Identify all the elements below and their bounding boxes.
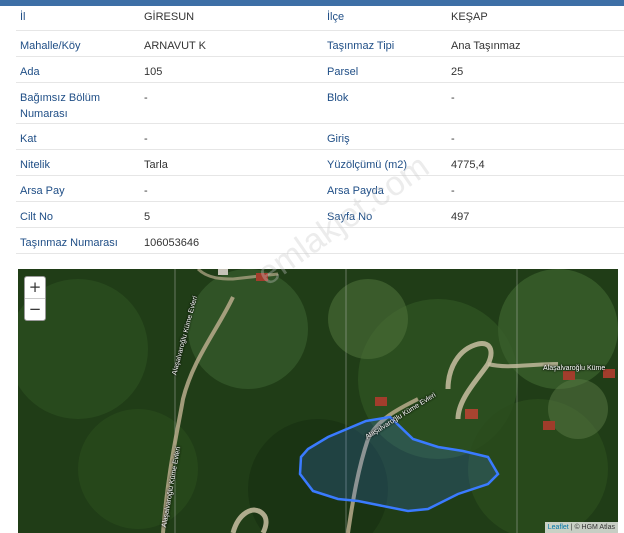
info-value: ARNAVUT K bbox=[140, 30, 323, 57]
info-label: Taşınmaz Tipi bbox=[323, 30, 447, 57]
info-value: - bbox=[447, 175, 624, 202]
info-value: 25 bbox=[447, 56, 624, 83]
info-value: - bbox=[140, 82, 323, 124]
zoom-out-button[interactable]: − bbox=[25, 299, 45, 320]
leaflet-link[interactable]: Leaflet bbox=[548, 524, 569, 531]
road-label: Alaşalvaroğlu Küme bbox=[543, 365, 606, 372]
info-label: Nitelik bbox=[16, 149, 140, 176]
info-label: Bağımsız Bölüm Numarası bbox=[16, 82, 140, 124]
info-value: Ana Taşınmaz bbox=[447, 30, 624, 57]
info-label: Mahalle/Köy bbox=[16, 30, 140, 57]
info-label: Taşınmaz Numarası bbox=[16, 227, 140, 254]
map-attribution: Leaflet | © HGM Atlas bbox=[544, 522, 618, 533]
info-label: Ada bbox=[16, 56, 140, 83]
info-value: - bbox=[447, 123, 624, 150]
info-row: Bağımsız Bölüm Numarası - Blok - bbox=[16, 82, 624, 124]
info-value: - bbox=[140, 123, 323, 150]
info-label: Arsa Pay bbox=[16, 175, 140, 202]
info-label: İlçe bbox=[323, 6, 447, 31]
info-value: - bbox=[447, 82, 624, 124]
zoom-control: + − bbox=[24, 276, 46, 321]
info-value: 5 bbox=[140, 201, 323, 228]
info-value bbox=[447, 227, 624, 254]
info-row: İl GİRESUN İlçe KEŞAP bbox=[16, 6, 624, 31]
info-label: Blok bbox=[323, 82, 447, 124]
info-value: GİRESUN bbox=[140, 6, 323, 31]
info-row: Arsa Pay - Arsa Payda - bbox=[16, 175, 624, 202]
info-value: 4775,4 bbox=[447, 149, 624, 176]
zoom-in-button[interactable]: + bbox=[25, 277, 45, 299]
map-imagery bbox=[18, 269, 618, 533]
info-value: Tarla bbox=[140, 149, 323, 176]
attribution-text: | © HGM Atlas bbox=[568, 524, 615, 531]
info-row: Nitelik Tarla Yüzölçümü (m2) 4775,4 bbox=[16, 149, 624, 176]
info-row: Mahalle/Köy ARNAVUT K Taşınmaz Tipi Ana Taş… bbox=[16, 30, 624, 57]
info-label: Cilt No bbox=[16, 201, 140, 228]
satellite-map[interactable]: Alaşalvaroğlu Küme Evleri Alaşalvaroğlu … bbox=[18, 269, 618, 533]
info-label: Kat bbox=[16, 123, 140, 150]
info-row: Kat - Giriş - bbox=[16, 123, 624, 150]
info-value: KEŞAP bbox=[447, 6, 624, 31]
info-value: 105 bbox=[140, 56, 323, 83]
info-value: 497 bbox=[447, 201, 624, 228]
info-row: Ada 105 Parsel 25 bbox=[16, 56, 624, 83]
info-value: - bbox=[140, 175, 323, 202]
info-label: İl bbox=[16, 6, 140, 31]
info-label: Parsel bbox=[323, 56, 447, 83]
info-label: Giriş bbox=[323, 123, 447, 150]
